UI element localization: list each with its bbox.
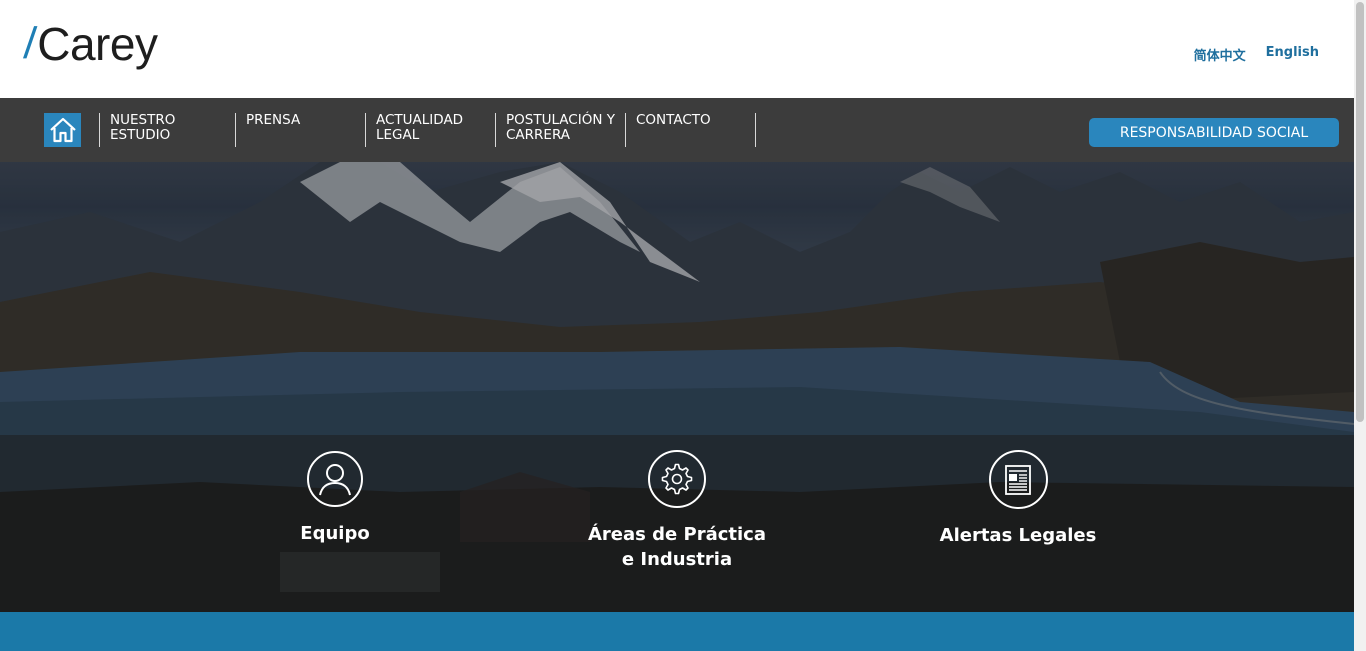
nav-label-line2: CARRERA [506, 127, 571, 143]
language-link-chinese[interactable]: 简体中文 [1194, 45, 1246, 64]
nav-item-actualidad-legal[interactable]: ACTUALIDAD LEGAL [365, 113, 495, 147]
nav-label-line1: ACTUALIDAD [376, 112, 464, 128]
feature-alertas-legales[interactable]: Alertas Legales [888, 450, 1148, 548]
page: / Carey 简体中文 English NUESTRO ESTUDIO PRE… [0, 0, 1354, 651]
feature-icon-circle [988, 450, 1048, 509]
feature-label-line2: e Industria [621, 549, 733, 570]
feature-label: Áreas de Práctica e Industria [588, 522, 766, 572]
feature-label-line1: Áreas de Práctica [588, 524, 766, 545]
feature-icon-circle [307, 451, 363, 507]
nav-label-line1: PRENSA [246, 112, 301, 128]
feature-equipo[interactable]: Equipo [235, 451, 435, 546]
feature-label: Alertas Legales [940, 509, 1097, 548]
language-link-english[interactable]: English [1266, 45, 1319, 64]
logo-text: Carey [37, 18, 158, 70]
scrollbar-thumb[interactable] [1356, 2, 1364, 422]
newspaper-icon [1005, 464, 1031, 495]
nav-item-contacto[interactable]: CONTACTO [625, 113, 755, 147]
home-button[interactable] [44, 113, 81, 147]
footer-accent-band [0, 612, 1354, 651]
feature-label-line1: Equipo [300, 523, 370, 544]
carey-logo[interactable]: / Carey [22, 18, 158, 70]
nav-label-line1: NUESTRO [110, 112, 176, 128]
user-icon [319, 464, 351, 496]
feature-label: Equipo [300, 521, 369, 546]
nav-item-prensa[interactable]: PRENSA [235, 113, 365, 147]
feature-areas-practica[interactable]: Áreas de Práctica e Industria [547, 450, 807, 572]
hero-banner: Equipo Áreas de Práctica e Industria Ale… [0, 162, 1354, 612]
nav-item-postulacion-carrera[interactable]: POSTULACIÓN Y CARRERA [495, 113, 625, 147]
feature-label-line1: Alertas Legales [939, 525, 1097, 546]
logo-slash: / [22, 19, 38, 68]
nav-label-line1: CONTACTO [636, 112, 711, 128]
language-switcher: 简体中文 English [1194, 45, 1319, 64]
nav-label-line1: POSTULACIÓN Y [506, 112, 615, 128]
responsabilidad-social-button[interactable]: RESPONSABILIDAD SOCIAL [1089, 118, 1339, 147]
house-icon [49, 117, 76, 143]
gear-icon [661, 463, 693, 495]
nav-item-nuestro-estudio[interactable]: NUESTRO ESTUDIO [99, 113, 235, 147]
feature-links-band: Equipo Áreas de Práctica e Industria Ale… [0, 435, 1354, 612]
feature-icon-circle [648, 450, 706, 508]
site-header: / Carey 简体中文 English [0, 0, 1354, 98]
nav-divider [755, 113, 756, 147]
nav-label-line2: ESTUDIO [110, 127, 171, 143]
page-scrollbar[interactable] [1354, 0, 1366, 651]
nav-label-line2: LEGAL [376, 127, 420, 143]
